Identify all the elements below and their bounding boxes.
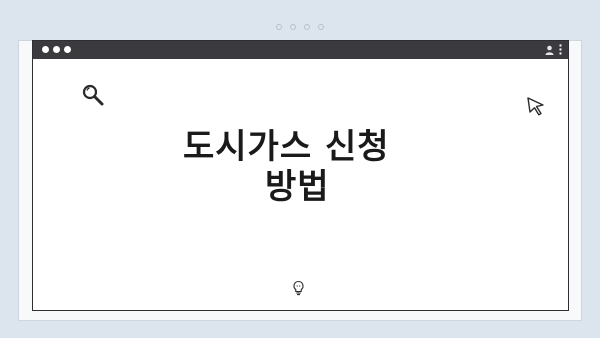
titlebar-actions (545, 44, 562, 55)
window-dot-maximize[interactable] (64, 46, 71, 53)
browser-window: 도시가스 신청 방법 (32, 40, 569, 311)
lightbulb-icon (292, 280, 305, 300)
indicator-dot (318, 24, 324, 30)
search-icon[interactable] (81, 83, 105, 111)
cursor-arrow-icon (526, 96, 546, 120)
indicator-dot (290, 24, 296, 30)
title-line-2: 방법 (265, 167, 330, 207)
indicator-dot (304, 24, 310, 30)
title-line-1: 도시가스 신청 (183, 127, 390, 167)
window-dot-close[interactable] (42, 46, 49, 53)
user-icon[interactable] (545, 45, 554, 55)
window-dot-minimize[interactable] (53, 46, 60, 53)
kebab-menu-icon[interactable] (559, 44, 562, 55)
window-controls[interactable] (42, 46, 71, 53)
page-indicator-dots (0, 24, 600, 30)
window-titlebar (33, 41, 568, 59)
page-content: 도시가스 신청 방법 (33, 59, 568, 312)
indicator-dot (276, 24, 282, 30)
page-title: 도시가스 신청 방법 (183, 127, 453, 207)
